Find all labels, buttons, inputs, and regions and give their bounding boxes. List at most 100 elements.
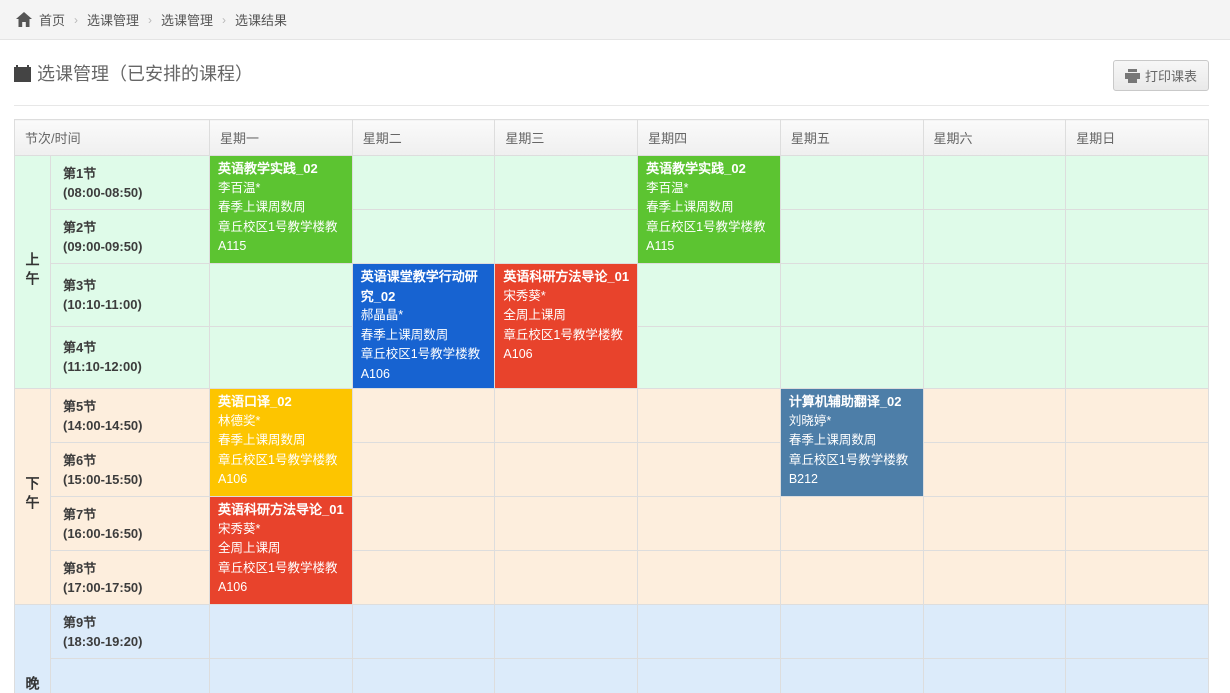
empty-cell <box>638 443 781 497</box>
breadcrumb-item-course-mgmt-2[interactable]: 选课管理 <box>161 10 213 29</box>
print-schedule-button[interactable]: 打印课表 <box>1113 60 1209 91</box>
course-title: 英语口译_02 <box>218 392 344 412</box>
course-block-wednesday-3-4[interactable]: 英语科研方法导论_01 宋秀葵* 全周上课周 章丘校区1号教学楼教A106 <box>495 264 638 389</box>
empty-cell <box>495 605 638 659</box>
empty-cell <box>923 326 1066 389</box>
course-teacher: 李百温* <box>646 179 772 199</box>
day-header-wednesday: 星期三 <box>495 120 638 156</box>
period-cell-2: 第2节(09:00-09:50) <box>51 210 210 264</box>
empty-cell <box>1066 156 1209 210</box>
empty-cell <box>1066 659 1209 693</box>
course-room: 章丘校区1号教学楼教A106 <box>218 451 344 490</box>
empty-cell <box>1066 551 1209 605</box>
section-label-evening: 晚 <box>15 605 51 693</box>
course-block-thursday-1-2[interactable]: 英语教学实践_02 李百温* 春季上课周数周 章丘校区1号教学楼教A115 <box>638 156 781 264</box>
empty-cell <box>210 605 353 659</box>
empty-cell <box>638 326 781 389</box>
empty-cell <box>1066 389 1209 443</box>
empty-cell <box>495 551 638 605</box>
empty-cell <box>923 156 1066 210</box>
course-block-monday-1-2[interactable]: 英语教学实践_02 李百温* 春季上课周数周 章丘校区1号教学楼教A115 <box>210 156 353 264</box>
breadcrumb-separator: › <box>74 13 78 27</box>
course-teacher: 郝晶晶* <box>361 306 487 326</box>
course-room: 章丘校区1号教学楼教A115 <box>646 218 772 257</box>
empty-cell <box>780 264 923 327</box>
main-content: 选课管理（已安排的课程） 打印课表 节次/时间 星期一 星期二 星期三 星期四 … <box>0 40 1230 693</box>
course-room: 章丘校区1号教学楼教A106 <box>218 559 344 598</box>
period-row-3: 第3节(10:10-11:00) 英语课堂教学行动研究_02 郝晶晶* 春季上课… <box>15 264 1209 327</box>
course-title: 英语课堂教学行动研究_02 <box>361 267 487 306</box>
empty-cell <box>780 156 923 210</box>
calendar-icon <box>14 65 31 82</box>
period-row-7: 第7节(16:00-16:50) 英语科研方法导论_01 宋秀葵* 全周上课周 … <box>15 497 1209 551</box>
breadcrumb-item-course-mgmt-1[interactable]: 选课管理 <box>87 10 139 29</box>
empty-cell <box>1066 210 1209 264</box>
empty-cell <box>780 497 923 551</box>
course-block-tuesday-3-4[interactable]: 英语课堂教学行动研究_02 郝晶晶* 春季上课周数周 章丘校区1号教学楼教A10… <box>352 264 495 389</box>
period-row-1: 上午 第1节(08:00-08:50) 英语教学实践_02 李百温* 春季上课周… <box>15 156 1209 210</box>
section-label-afternoon: 下午 <box>15 389 51 605</box>
empty-cell <box>780 659 923 693</box>
empty-cell <box>923 551 1066 605</box>
page-title-text: 选课管理（已安排的课程） <box>37 60 253 86</box>
course-room: 章丘校区1号教学楼教B212 <box>789 451 915 490</box>
course-timetable: 节次/时间 星期一 星期二 星期三 星期四 星期五 星期六 星期日 上午 第1节… <box>14 119 1209 693</box>
empty-cell <box>352 659 495 693</box>
course-weeks: 春季上课周数周 <box>789 431 915 451</box>
period-cell-10: 第10节(19:30-20:20) <box>51 659 210 693</box>
period-cell-7: 第7节(16:00-16:50) <box>51 497 210 551</box>
empty-cell <box>352 497 495 551</box>
breadcrumb-item-result: 选课结果 <box>235 10 287 29</box>
empty-cell <box>923 210 1066 264</box>
course-room: 章丘校区1号教学楼教A106 <box>361 345 487 384</box>
course-block-monday-7-8[interactable]: 英语科研方法导论_01 宋秀葵* 全周上课周 章丘校区1号教学楼教A106 <box>210 497 353 605</box>
empty-cell <box>923 497 1066 551</box>
course-title: 英语教学实践_02 <box>646 159 772 179</box>
empty-cell <box>495 659 638 693</box>
empty-cell <box>780 326 923 389</box>
course-teacher: 李百温* <box>218 179 344 199</box>
breadcrumb-separator: › <box>148 13 152 27</box>
course-title: 计算机辅助翻译_02 <box>789 392 915 412</box>
empty-cell <box>352 156 495 210</box>
empty-cell <box>923 443 1066 497</box>
empty-cell <box>638 551 781 605</box>
day-header-thursday: 星期四 <box>638 120 781 156</box>
empty-cell <box>210 264 353 327</box>
empty-cell <box>495 497 638 551</box>
empty-cell <box>352 605 495 659</box>
empty-cell <box>210 326 353 389</box>
period-cell-4: 第4节(11:10-12:00) <box>51 326 210 389</box>
period-row-2: 第2节(09:00-09:50) <box>15 210 1209 264</box>
period-cell-1: 第1节(08:00-08:50) <box>51 156 210 210</box>
empty-cell <box>352 551 495 605</box>
period-cell-3: 第3节(10:10-11:00) <box>51 264 210 327</box>
breadcrumb-separator: › <box>222 13 226 27</box>
empty-cell <box>638 659 781 693</box>
title-bar: 选课管理（已安排的课程） 打印课表 <box>14 52 1209 106</box>
course-block-monday-5-6[interactable]: 英语口译_02 林德奖* 春季上课周数周 章丘校区1号教学楼教A106 <box>210 389 353 497</box>
course-title: 英语教学实践_02 <box>218 159 344 179</box>
empty-cell <box>638 389 781 443</box>
period-cell-5: 第5节(14:00-14:50) <box>51 389 210 443</box>
period-cell-8: 第8节(17:00-17:50) <box>51 551 210 605</box>
course-teacher: 林德奖* <box>218 412 344 432</box>
course-weeks: 春季上课周数周 <box>646 198 772 218</box>
empty-cell <box>923 264 1066 327</box>
empty-cell <box>923 389 1066 443</box>
empty-cell <box>638 497 781 551</box>
period-row-9: 晚 第9节(18:30-19:20) <box>15 605 1209 659</box>
course-weeks: 春季上课周数周 <box>361 326 487 346</box>
period-row-10: 第10节(19:30-20:20) <box>15 659 1209 693</box>
course-weeks: 全周上课周 <box>503 306 629 326</box>
breadcrumb-item-home[interactable]: 首页 <box>39 10 65 29</box>
course-title: 英语科研方法导论_01 <box>503 267 629 287</box>
course-block-friday-5-6[interactable]: 计算机辅助翻译_02 刘晓婷* 春季上课周数周 章丘校区1号教学楼教B212 <box>780 389 923 497</box>
course-weeks: 全周上课周 <box>218 539 344 559</box>
course-teacher: 宋秀葵* <box>218 520 344 540</box>
day-header-friday: 星期五 <box>780 120 923 156</box>
empty-cell <box>638 605 781 659</box>
course-room: 章丘校区1号教学楼教A115 <box>218 218 344 257</box>
period-cell-6: 第6节(15:00-15:50) <box>51 443 210 497</box>
course-weeks: 春季上课周数周 <box>218 198 344 218</box>
